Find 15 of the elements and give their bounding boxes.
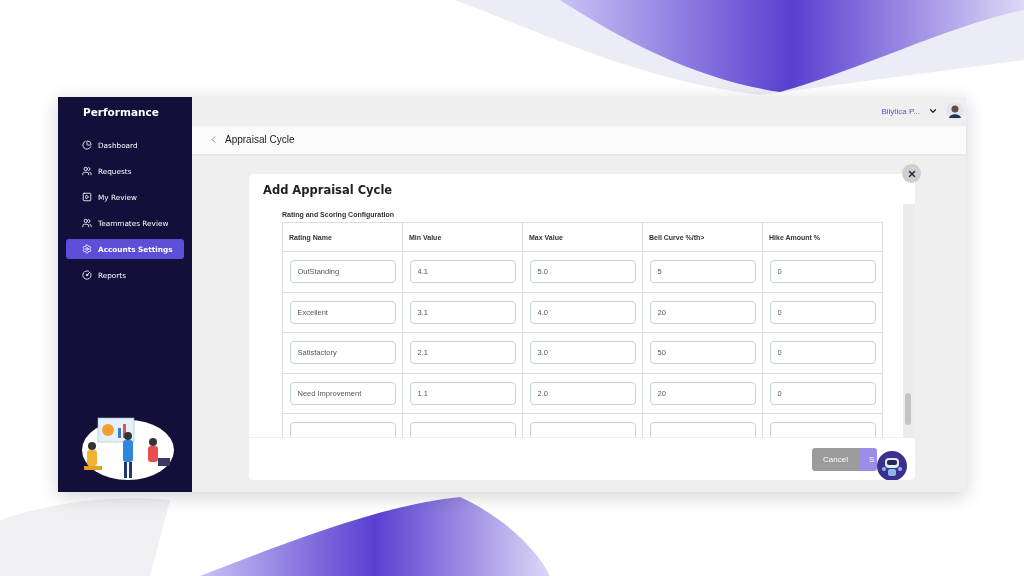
play-screen-icon bbox=[82, 192, 92, 202]
scrollbar[interactable] bbox=[903, 204, 915, 437]
close-icon bbox=[906, 168, 917, 179]
pie-chart-icon bbox=[82, 140, 92, 150]
robot-icon[interactable] bbox=[877, 451, 907, 480]
page-title: Appraisal Cycle bbox=[225, 134, 295, 146]
modal-title: Add Appraisal Cycle bbox=[262, 182, 394, 199]
people-icon bbox=[82, 218, 92, 228]
settings-icon bbox=[82, 244, 92, 254]
user-name[interactable]: Bilytica P... bbox=[881, 106, 920, 116]
avatar[interactable] bbox=[946, 102, 964, 121]
close-button[interactable] bbox=[902, 164, 921, 183]
app-title: Performance bbox=[82, 105, 160, 120]
people-icon bbox=[82, 166, 92, 176]
gauge-icon bbox=[82, 270, 92, 280]
